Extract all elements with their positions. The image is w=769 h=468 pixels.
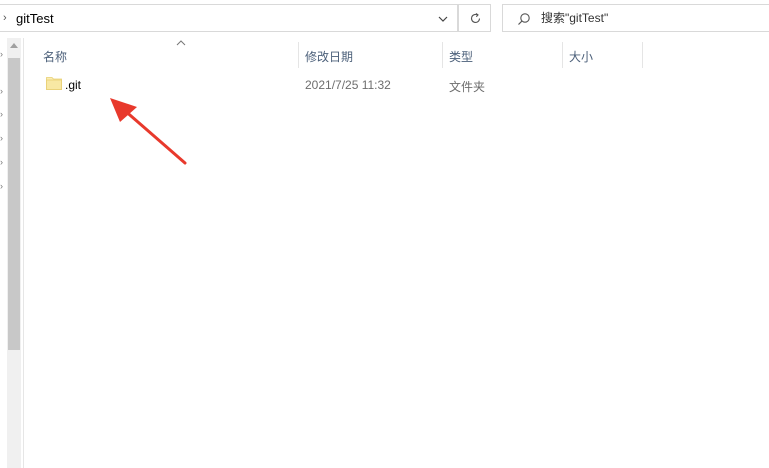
expand-arrow-icon[interactable]: ›: [0, 49, 6, 59]
expand-arrow-icon[interactable]: ›: [0, 109, 6, 119]
file-modified-date: 2021/7/25 11:32: [305, 78, 391, 92]
search-input[interactable]: [541, 10, 761, 26]
file-name[interactable]: .git: [65, 78, 81, 92]
column-header-modified[interactable]: 修改日期: [299, 38, 443, 70]
search-box[interactable]: [502, 4, 769, 32]
column-divider[interactable]: [642, 42, 643, 68]
column-header-name[interactable]: 名称: [37, 38, 299, 70]
column-label-modified: 修改日期: [305, 50, 354, 64]
top-bar: › gitTest: [0, 0, 769, 38]
scrollbar-thumb[interactable]: [8, 58, 20, 350]
chevron-down-icon[interactable]: [437, 13, 449, 25]
search-icon: [518, 13, 530, 25]
navigation-pane: › › › › › ›: [0, 38, 24, 468]
column-label-name: 名称: [43, 50, 68, 64]
column-header-size[interactable]: 大小: [563, 38, 643, 70]
nav-scrollbar[interactable]: [7, 38, 21, 468]
column-label-size: 大小: [569, 50, 594, 64]
column-header-type[interactable]: 类型: [443, 38, 563, 70]
column-label-type: 类型: [449, 50, 474, 64]
expand-arrow-icon[interactable]: ›: [0, 133, 6, 143]
sort-ascending-icon: [176, 40, 186, 46]
refresh-icon: [470, 13, 481, 24]
red-arrow-icon: [110, 98, 187, 165]
column-headers: 名称 修改日期 类型 大小: [25, 38, 769, 70]
scroll-up-icon[interactable]: [10, 43, 18, 48]
address-bar[interactable]: › gitTest: [0, 4, 458, 32]
chevron-right-icon[interactable]: ›: [3, 12, 11, 24]
file-type: 文件夹: [449, 80, 486, 94]
expand-arrow-icon[interactable]: ›: [0, 157, 6, 167]
file-row[interactable]: .git 2021/7/25 11:32 文件夹: [37, 72, 507, 96]
folder-icon: [46, 77, 62, 90]
expand-arrow-icon[interactable]: ›: [0, 86, 6, 96]
refresh-button[interactable]: [458, 4, 491, 32]
expand-arrow-icon[interactable]: ›: [0, 181, 6, 191]
address-path[interactable]: gitTest: [16, 11, 54, 26]
